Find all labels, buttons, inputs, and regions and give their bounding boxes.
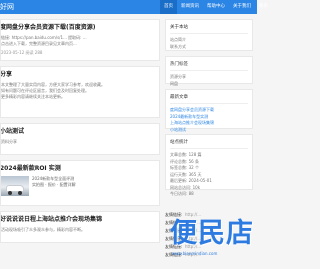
article-excerpt: 本文整理了大量实用内容，方便大家学习参考，欢迎收藏。 如有问题可在评论区留言，我… (1, 82, 155, 100)
article-excerpt: 链接: https://pan.baidu.com/s/1... 提取码: ..… (1, 35, 155, 47)
stat-row: 今日访问: 88 (170, 191, 194, 196)
article-excerpt: 活动现场吸引了众多观众参与，精彩内容不断。 (1, 227, 155, 233)
sidebar-box-about: 关于本站 站点简介 联系方式 (165, 19, 253, 51)
media-caption: 2024新款车型全面评测 实拍图 · 报价 · 配置详解 (32, 176, 97, 196)
article-meta: 2023-05-12 阅读 288 (1, 50, 43, 55)
box-title: 站点统计 (170, 139, 248, 149)
article-card: 2024最新款ROI 实测 2024新款车型全面评测 实拍图 · 报价 · 配置… (0, 160, 160, 206)
latest-link[interactable]: 小站测试 (170, 127, 248, 134)
article-title[interactable]: 好说说说日程上海站点推介会现场集锦 (1, 216, 155, 224)
nav-item-help[interactable]: 帮助中心 (203, 0, 229, 14)
article-card: 小站测试 资料分享 (0, 123, 160, 155)
box-row[interactable]: 网盘 (170, 81, 248, 88)
watermark-logo: 便民店 www.bianmindian.com (170, 218, 256, 258)
sidebar-box-latest: 最新文章 度网盘分享会员资源下载 2024最新款车型实测 上海站点推介会现场集锦… (165, 89, 253, 132)
nav-item-home[interactable]: 首页 (160, 0, 177, 14)
article-media: 2024新款车型全面评测 实拍图 · 报价 · 配置详解 (1, 176, 155, 196)
box-row[interactable]: 联系方式 (170, 44, 248, 51)
main-nav: 首页 新闻资讯 帮助中心 关于我们 联系 (160, 0, 272, 14)
sidebar-box-stats: 站点统计 文章总数: 128 篇 评论总数: 56 条 标签总数: 32 个 运… (165, 134, 253, 196)
top-bar: 好网 首页 新闻资讯 帮助中心 关于我们 联系 (0, 0, 268, 14)
sidebar: 关于本站 站点简介 联系方式 热门标签 资源分享 网盘 最新文章 度网盘分享会员… (165, 19, 253, 196)
box-title: 关于本站 (170, 24, 248, 34)
nav-item-contact[interactable]: 联系 (255, 0, 272, 14)
excerpt-line: 点击进入下载，完整资源目录见文章内页... (1, 41, 77, 46)
excerpt-line: 资料分享 (1, 139, 17, 144)
watermark-text: 便民店 (170, 218, 254, 249)
article-card: 度网盘分享会员资源下载(百度资源) 链接: https://pan.baidu.… (0, 19, 160, 61)
excerpt-line: 更多精彩内容请继续关注本站更新。 (1, 94, 65, 99)
article-title[interactable]: 2024最新款ROI 实测 (1, 165, 155, 173)
excerpt-line: 活动现场吸引了众多观众参与，精彩内容不断。 (1, 227, 85, 232)
sidebar-box-tags: 热门标签 资源分享 网盘 (165, 56, 253, 86)
article-excerpt: 资料分享 (1, 139, 155, 145)
article-title[interactable]: 分享 (1, 71, 155, 79)
article-list: 度网盘分享会员资源下载(百度资源) 链接: https://pan.baidu.… (0, 19, 160, 248)
article-card: 分享 本文整理了大量实用内容，方便大家学习参考，欢迎收藏。 如有问题可在评论区留… (0, 66, 160, 118)
box-title: 最新文章 (170, 94, 248, 104)
watermark-url: www.bianmindian.com (172, 251, 218, 256)
car-thumbnail[interactable] (1, 176, 29, 196)
wheel-shape (18, 191, 22, 195)
caption-line: 实拍图 · 报价 · 配置详解 (32, 182, 76, 187)
site-brand[interactable]: 好网 (0, 3, 14, 11)
nav-item-about[interactable]: 关于我们 (229, 0, 255, 14)
article-title[interactable]: 小站测试 (1, 128, 155, 136)
box-title: 热门标签 (170, 61, 248, 71)
article-title[interactable]: 度网盘分享会员资源下载(百度资源) (1, 24, 155, 32)
wheel-shape (8, 191, 12, 195)
nav-item-news[interactable]: 新闻资讯 (177, 0, 203, 14)
article-card: 好说说说日程上海站点推介会现场集锦 活动现场吸引了众多观众参与，精彩内容不断。 (0, 211, 160, 243)
